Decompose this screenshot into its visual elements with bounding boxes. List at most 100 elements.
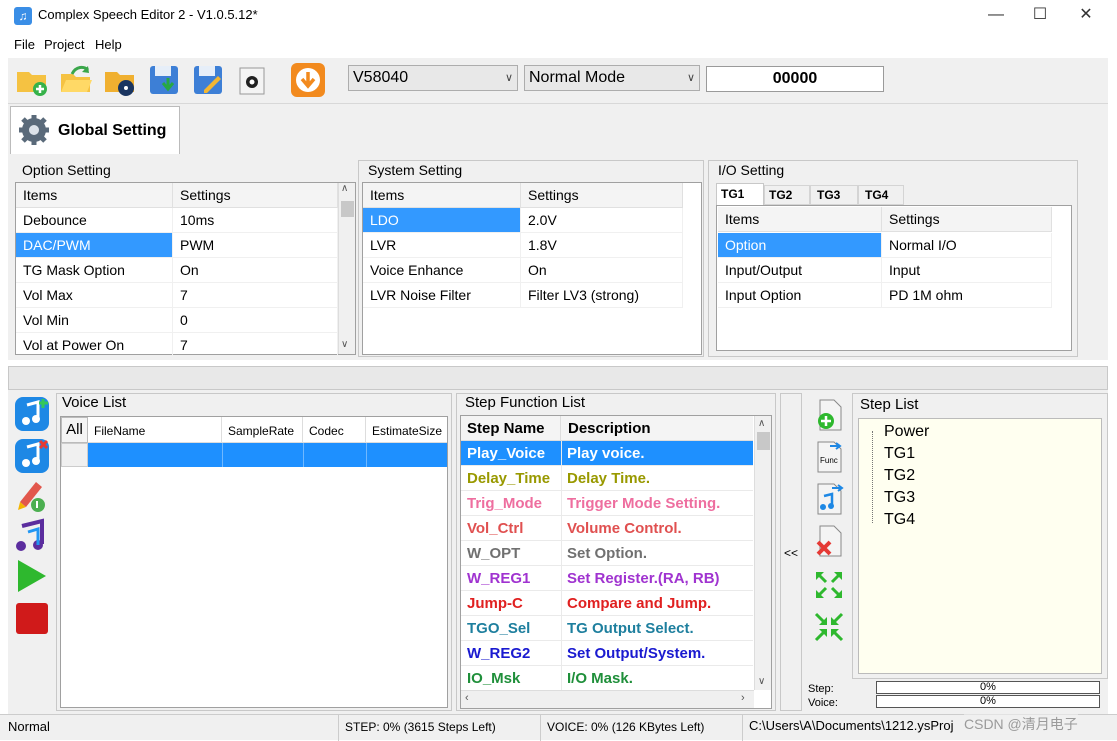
row-header[interactable] [61,443,88,467]
save-edit-icon[interactable] [190,62,226,98]
maximize-icon[interactable]: ☐ [1017,0,1063,32]
system-value[interactable]: 2.0V [521,208,683,233]
menu-help[interactable]: Help [95,37,122,52]
column-header-settings[interactable]: Settings [173,183,338,208]
open-folder-burn-icon[interactable] [102,62,138,98]
option-value[interactable]: PWM [173,233,338,258]
column-header-items[interactable]: Items [363,183,521,208]
step-list-item[interactable]: TG2 [884,467,915,485]
save-download-icon[interactable] [146,62,182,98]
system-item[interactable]: LVR [363,233,521,258]
step-list-item[interactable]: TG4 [884,511,915,529]
collapse-panel-button[interactable]: << [780,393,802,711]
option-item[interactable]: Vol Max [16,283,173,308]
system-item[interactable]: Voice Enhance [363,258,521,283]
scroll-up-icon[interactable]: ∧ [758,418,765,429]
column-header-items[interactable]: Items [16,183,173,208]
function-row[interactable]: W_OPT Set Option. [461,541,753,566]
add-function-icon[interactable]: Func [812,440,846,474]
io-item-selected[interactable]: Option [718,233,882,258]
open-project-icon[interactable] [58,62,94,98]
column-header-step-name[interactable]: Step Name [461,416,561,441]
io-value[interactable]: Normal I/O [882,233,1052,258]
scroll-right-icon[interactable]: › [741,692,745,704]
mode-select[interactable]: Normal Mode ∨ [524,65,700,91]
option-item-selected[interactable]: DAC/PWM [16,233,173,258]
edit-voice-icon[interactable] [14,478,50,514]
column-header-settings[interactable]: Settings [521,183,683,208]
column-header-items[interactable]: Items [718,207,882,232]
tab-tg4[interactable]: TG4 [858,185,904,205]
collapse-all-icon[interactable] [814,612,844,642]
function-row[interactable]: Delay_Time Delay Time. [461,466,753,491]
download-to-chip-icon[interactable] [290,62,326,98]
function-row[interactable]: Trig_Mode Trigger Mode Setting. [461,491,753,516]
system-value[interactable]: On [521,258,683,283]
scroll-left-icon[interactable]: ‹ [465,692,469,704]
new-project-icon[interactable] [14,62,50,98]
function-row[interactable]: Vol_Ctrl Volume Control. [461,516,753,541]
function-row[interactable]: W_REG2 Set Output/System. [461,641,753,666]
tab-tg3[interactable]: TG3 [810,185,858,205]
io-value[interactable]: PD 1M ohm [882,283,1052,308]
remove-voice-icon[interactable] [14,438,50,474]
scroll-up-icon[interactable]: ∧ [341,183,348,194]
add-voice-icon[interactable] [14,396,50,432]
scroll-down-icon[interactable]: ∨ [758,676,765,687]
column-header-settings[interactable]: Settings [882,207,1052,232]
io-item[interactable]: Input/Output [718,258,882,283]
option-value[interactable]: 7 [173,333,338,358]
add-step-icon[interactable] [812,398,846,432]
option-item[interactable]: Vol Min [16,308,173,333]
device-select[interactable]: V58040 ∨ [348,65,518,91]
function-row[interactable]: Jump-C Compare and Jump. [461,591,753,616]
option-item[interactable]: TG Mask Option [16,258,173,283]
option-value[interactable]: 10ms [173,208,338,233]
step-list-item[interactable]: TG3 [884,489,915,507]
settings-gear-icon[interactable] [234,62,270,98]
column-header-description[interactable]: Description [561,416,753,441]
column-header-filename[interactable]: FileName [88,417,222,443]
system-value[interactable]: Filter LV3 (strong) [521,283,683,308]
voice-row-selected[interactable] [88,443,447,467]
option-value[interactable]: 7 [173,283,338,308]
option-scrollbar[interactable]: ∧ ∨ [338,183,355,354]
system-item[interactable]: LVR Noise Filter [363,283,521,308]
scroll-thumb[interactable] [757,432,770,450]
menu-file[interactable]: File [14,37,35,52]
io-value[interactable]: Input [882,258,1052,283]
splitter-bar[interactable] [8,366,1108,390]
function-row-selected[interactable]: Play_Voice Play voice. [461,441,753,466]
option-value[interactable]: 0 [173,308,338,333]
step-list-item[interactable]: Power [884,423,929,441]
select-all-button[interactable]: All [61,417,88,443]
system-item-selected[interactable]: LDO [363,208,521,233]
close-icon[interactable]: ✕ [1063,0,1109,32]
function-row[interactable]: TGO_Sel TG Output Select. [461,616,753,641]
delete-step-icon[interactable] [812,524,846,558]
step-function-hscrollbar[interactable]: ‹ › [461,690,754,708]
option-item[interactable]: Vol at Power On [16,333,173,358]
play-icon[interactable] [14,558,50,594]
voice-notes-icon[interactable] [14,518,50,554]
function-row[interactable]: IO_Msk I/O Mask. [461,666,753,691]
minimize-icon[interactable]: — [973,0,1019,32]
column-header-codec[interactable]: Codec [303,417,366,443]
option-item[interactable]: Debounce [16,208,173,233]
menu-project[interactable]: Project [44,37,84,52]
io-item[interactable]: Input Option [718,283,882,308]
tab-tg1[interactable]: TG1 [716,183,764,205]
stop-icon[interactable] [14,600,50,636]
scroll-thumb[interactable] [341,201,354,217]
add-voice-step-icon[interactable] [812,482,846,516]
tab-tg2[interactable]: TG2 [764,185,810,205]
option-value[interactable]: On [173,258,338,283]
step-function-scrollbar[interactable]: ∧ ∨ [754,416,771,690]
column-header-samplerate[interactable]: SampleRate [222,417,303,443]
scroll-down-icon[interactable]: ∨ [341,339,348,350]
step-list-item[interactable]: TG1 [884,445,915,463]
column-header-estimatesize[interactable]: EstimateSize [366,417,447,443]
function-row[interactable]: W_REG1 Set Register.(RA, RB) [461,566,753,591]
system-value[interactable]: 1.8V [521,233,683,258]
expand-all-icon[interactable] [814,570,844,600]
